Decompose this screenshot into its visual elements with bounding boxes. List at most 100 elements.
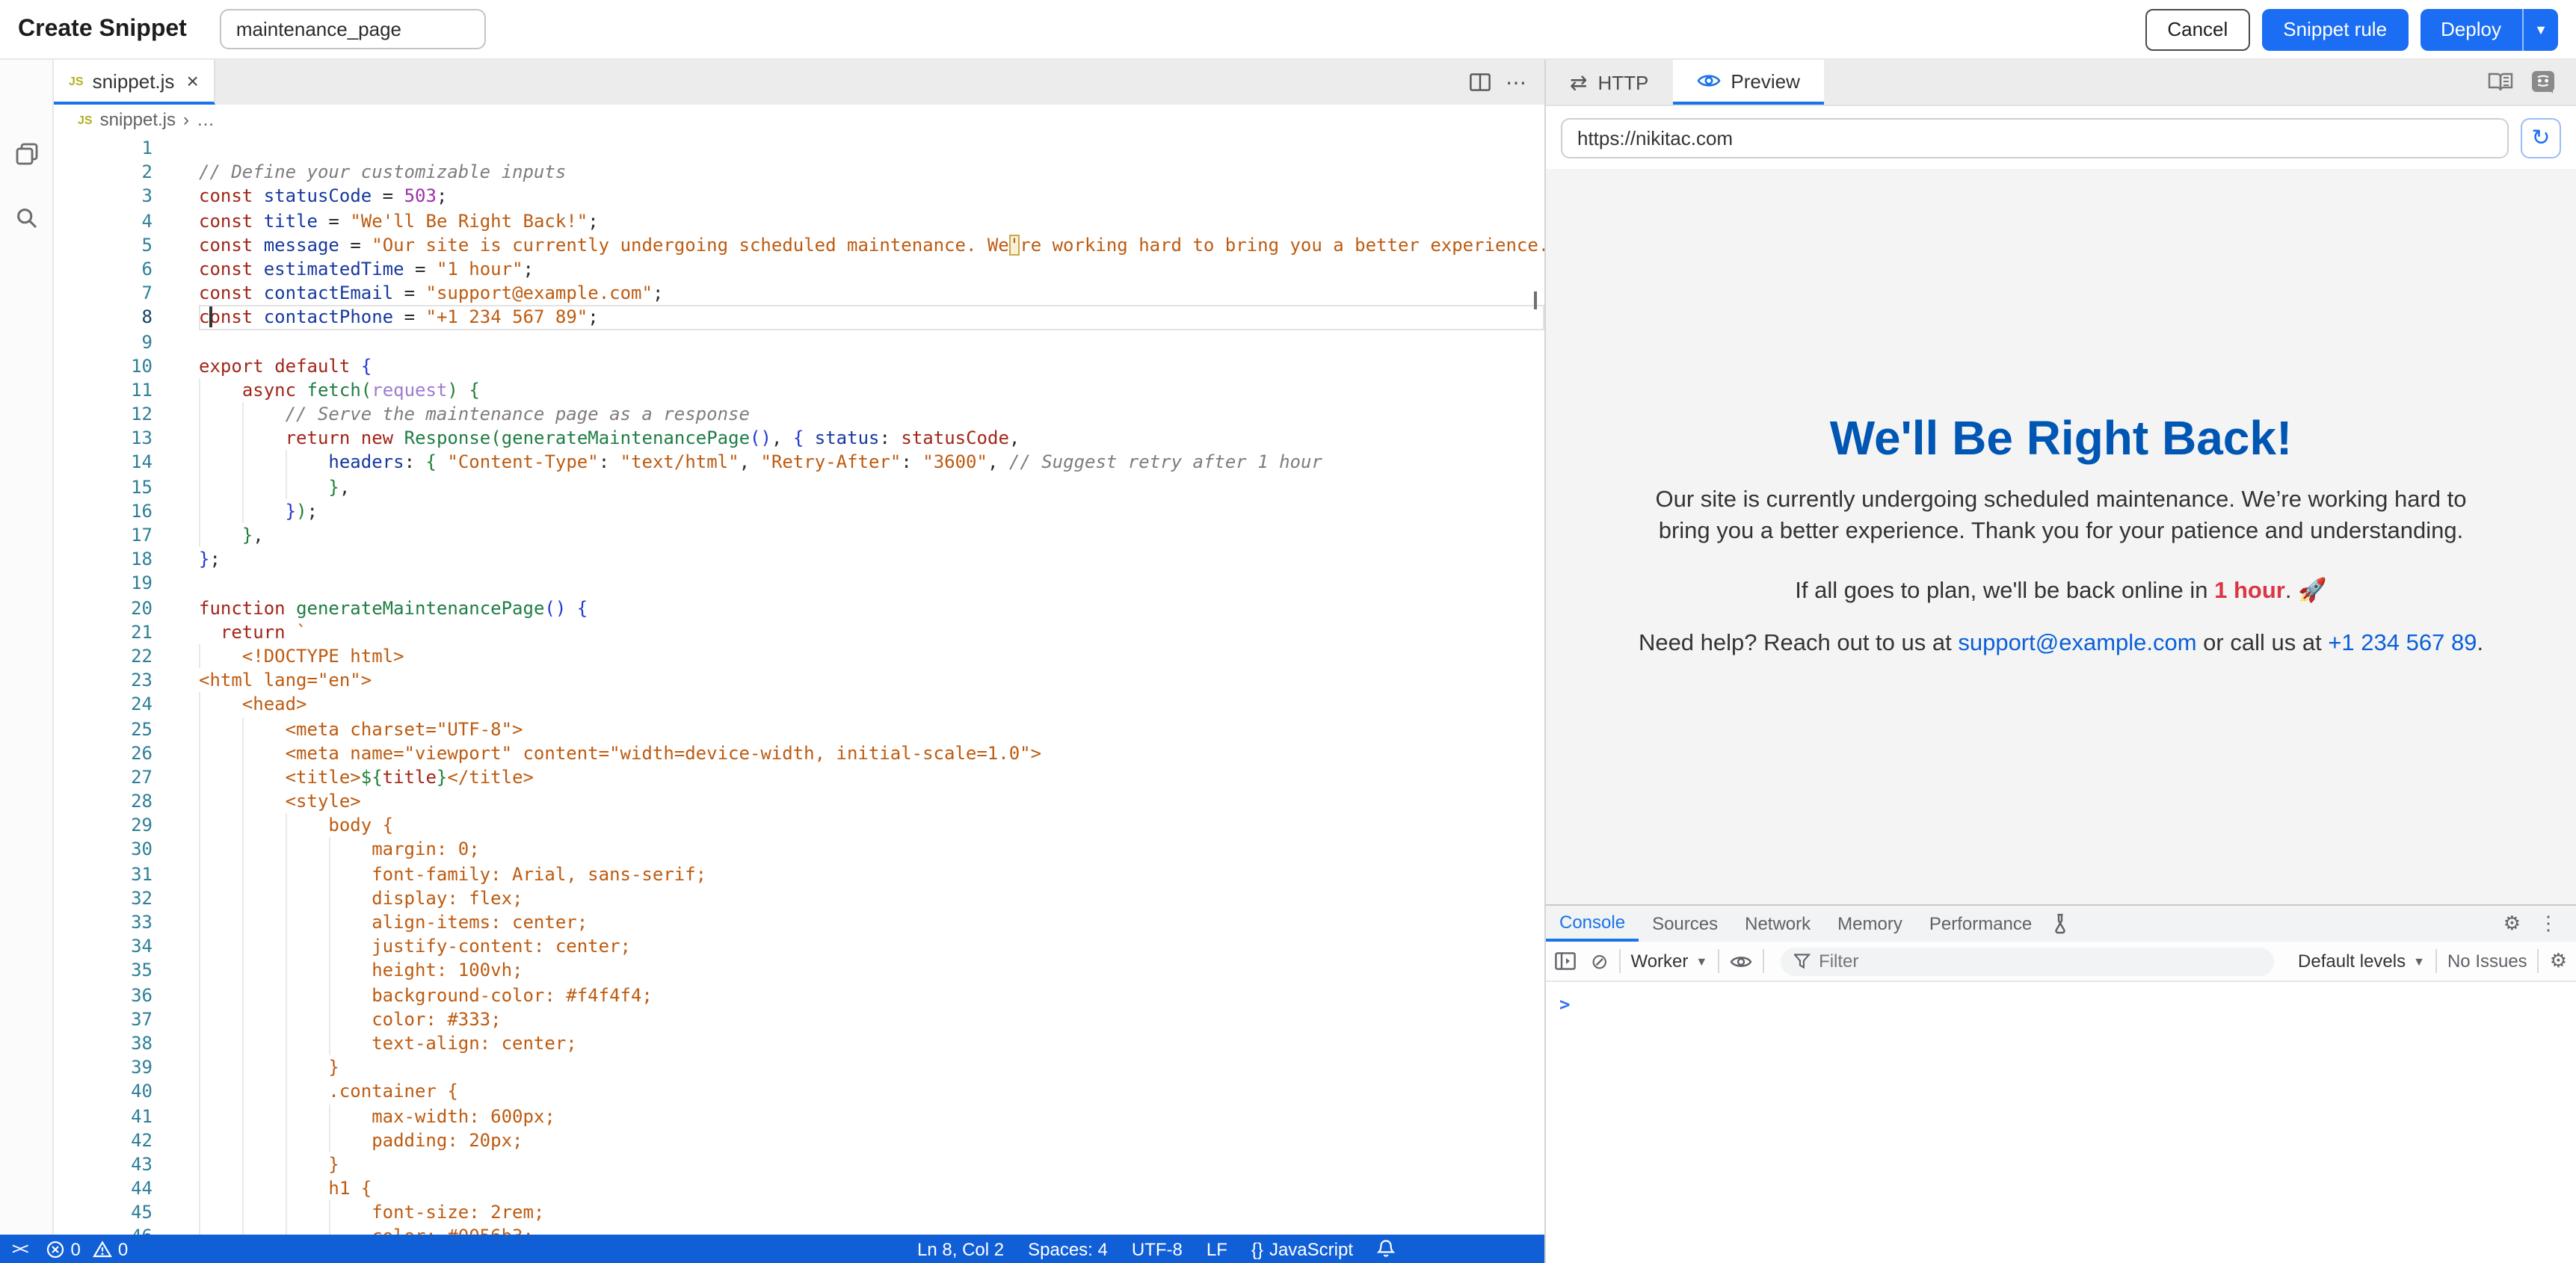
code-line[interactable]: }, [199, 523, 1544, 547]
code-editor[interactable]: 1234567891011121314151617181920212223242… [54, 135, 1544, 1235]
code-line[interactable] [199, 136, 1544, 160]
split-editor-icon[interactable] [1470, 73, 1491, 91]
breadcrumb-file: snippet.js [100, 109, 176, 130]
code-line[interactable]: color: #0056b3; [199, 1225, 1544, 1235]
code-line[interactable]: async fetch(request) { [199, 378, 1544, 402]
code-line[interactable]: const estimatedTime = "1 hour"; [199, 257, 1544, 281]
code-line[interactable]: const contactPhone = "+1 234 567 89"; [199, 306, 1544, 330]
console-settings-gear-icon[interactable]: ⚙ [2550, 949, 2567, 973]
code-line[interactable]: return new Response(generateMaintenanceP… [199, 427, 1544, 451]
code-line[interactable] [199, 572, 1544, 596]
breadcrumb[interactable]: JS snippet.js › … [54, 105, 1544, 135]
experiments-flask-icon[interactable] [2045, 906, 2075, 942]
code-line[interactable]: <head> [199, 693, 1544, 717]
context-selector[interactable]: Worker ▼ [1630, 951, 1707, 972]
console-sidebar-toggle-icon[interactable] [1555, 952, 1576, 970]
discord-icon[interactable] [2531, 70, 2555, 94]
rocket-emoji: 🚀 [2298, 578, 2327, 604]
code-line[interactable]: align-items: center; [199, 910, 1544, 934]
preview-tabbar-icons [2488, 60, 2576, 105]
code-line[interactable]: }; [199, 547, 1544, 571]
code-line[interactable]: const message = "Our site is currently u… [199, 233, 1544, 257]
code-line[interactable]: margin: 0; [199, 838, 1544, 862]
code-line[interactable]: <!DOCTYPE html> [199, 644, 1544, 668]
more-actions-icon[interactable]: ⋯ [1506, 70, 1526, 95]
devtools-settings-gear-icon[interactable]: ⚙ [2503, 912, 2521, 936]
refresh-button[interactable]: ↻ [2521, 117, 2561, 158]
code-line[interactable]: <meta charset="UTF-8"> [199, 717, 1544, 741]
log-levels-label: Default levels [2298, 951, 2406, 972]
filter-input[interactable] [1819, 951, 2261, 972]
eol-sequence[interactable]: LF [1207, 1238, 1227, 1259]
docs-book-icon[interactable] [2488, 72, 2513, 93]
cursor-position[interactable]: Ln 8, Col 2 [917, 1238, 1004, 1259]
remote-indicator-icon[interactable]: >< [12, 1239, 26, 1259]
code-line[interactable]: export default { [199, 353, 1544, 377]
cancel-button[interactable]: Cancel [2145, 8, 2250, 50]
code-line[interactable]: function generateMaintenancePage() { [199, 596, 1544, 620]
deploy-dropdown-arrow[interactable]: ▼ [2522, 8, 2558, 50]
console-output[interactable]: > [1546, 982, 2576, 1263]
support-email-link[interactable]: support@example.com [1958, 631, 2196, 656]
code-line[interactable]: <title>${title}</title> [199, 765, 1544, 789]
code-line[interactable]: const title = "We'll Be Right Back!"; [199, 209, 1544, 232]
code-line[interactable]: return ` [199, 620, 1544, 644]
code-line[interactable]: } [199, 1055, 1544, 1079]
deploy-button[interactable]: Deploy [2420, 8, 2522, 50]
devtools-menu-icon[interactable]: ⋮ [2539, 912, 2558, 936]
devtools-tab-network[interactable]: Network [1731, 906, 1824, 942]
snippet-rule-button[interactable]: Snippet rule [2262, 8, 2408, 50]
tab-snippet-js[interactable]: JS snippet.js × [54, 60, 215, 105]
tab-preview[interactable]: Preview [1672, 60, 1824, 105]
close-tab-icon[interactable]: × [186, 69, 198, 93]
notifications-bell-icon[interactable] [1377, 1239, 1395, 1259]
phone-link[interactable]: +1 234 567 89 [2328, 631, 2477, 656]
code-line[interactable]: text-align: center; [199, 1031, 1544, 1055]
code-line[interactable]: font-size: 2rem; [199, 1201, 1544, 1225]
code-line[interactable]: height: 100vh; [199, 959, 1544, 983]
code-line[interactable]: }); [199, 499, 1544, 523]
live-expression-eye-icon[interactable] [1730, 953, 1752, 969]
code-line[interactable]: max-width: 600px; [199, 1104, 1544, 1128]
devtools-tab-memory[interactable]: Memory [1824, 906, 1916, 942]
tab-http[interactable]: ⇄ HTTP [1546, 60, 1672, 105]
code-line[interactable]: background-color: #f4f4f4; [199, 983, 1544, 1007]
code-line[interactable]: <html lang="en"> [199, 668, 1544, 692]
code-line[interactable]: body { [199, 814, 1544, 838]
search-icon[interactable] [13, 205, 40, 232]
code-line[interactable]: const contactEmail = "support@example.co… [199, 281, 1544, 305]
indentation[interactable]: Spaces: 4 [1028, 1238, 1108, 1259]
code-line[interactable]: <meta name="viewport" content="width=dev… [199, 741, 1544, 765]
devtools-tab-performance[interactable]: Performance [1916, 906, 2045, 942]
code-line[interactable]: <style> [199, 789, 1544, 813]
code-line[interactable]: padding: 20px; [199, 1128, 1544, 1152]
problems-indicator[interactable]: 0 0 [47, 1238, 129, 1259]
maintenance-message: Our site is currently undergoing schedul… [1642, 484, 2480, 547]
clear-console-icon[interactable]: ⊘ [1591, 948, 1608, 974]
preview-url-input[interactable] [1561, 117, 2509, 158]
devtools-tab-sources[interactable]: Sources [1639, 906, 1731, 942]
code-line[interactable]: // Serve the maintenance page as a respo… [199, 402, 1544, 426]
console-filter[interactable] [1781, 947, 2274, 975]
language-mode[interactable]: {} JavaScript [1251, 1238, 1353, 1259]
code-line[interactable]: display: flex; [199, 886, 1544, 910]
code-line[interactable]: color: #333; [199, 1007, 1544, 1031]
code-line[interactable]: // Define your customizable inputs [199, 160, 1544, 184]
encoding[interactable]: UTF-8 [1132, 1238, 1183, 1259]
code-line[interactable]: h1 { [199, 1176, 1544, 1200]
code-line[interactable]: headers: { "Content-Type": "text/html", … [199, 451, 1544, 475]
code-line[interactable]: }, [199, 475, 1544, 498]
help-suffix: . [2477, 631, 2483, 656]
devtools-tab-console[interactable]: Console [1546, 906, 1639, 942]
files-icon[interactable] [13, 140, 40, 167]
page-title: Create Snippet [18, 16, 187, 43]
code-line[interactable] [199, 330, 1544, 353]
log-levels-selector[interactable]: Default levels ▼ [2298, 951, 2425, 972]
code-line[interactable]: .container { [199, 1080, 1544, 1104]
issues-counter[interactable]: No Issues [2447, 951, 2527, 972]
snippet-name-input[interactable] [220, 9, 486, 49]
code-line[interactable]: font-family: Arial, sans-serif; [199, 862, 1544, 886]
code-line[interactable]: justify-content: center; [199, 934, 1544, 958]
code-line[interactable]: const statusCode = 503; [199, 185, 1544, 209]
code-line[interactable]: } [199, 1152, 1544, 1176]
